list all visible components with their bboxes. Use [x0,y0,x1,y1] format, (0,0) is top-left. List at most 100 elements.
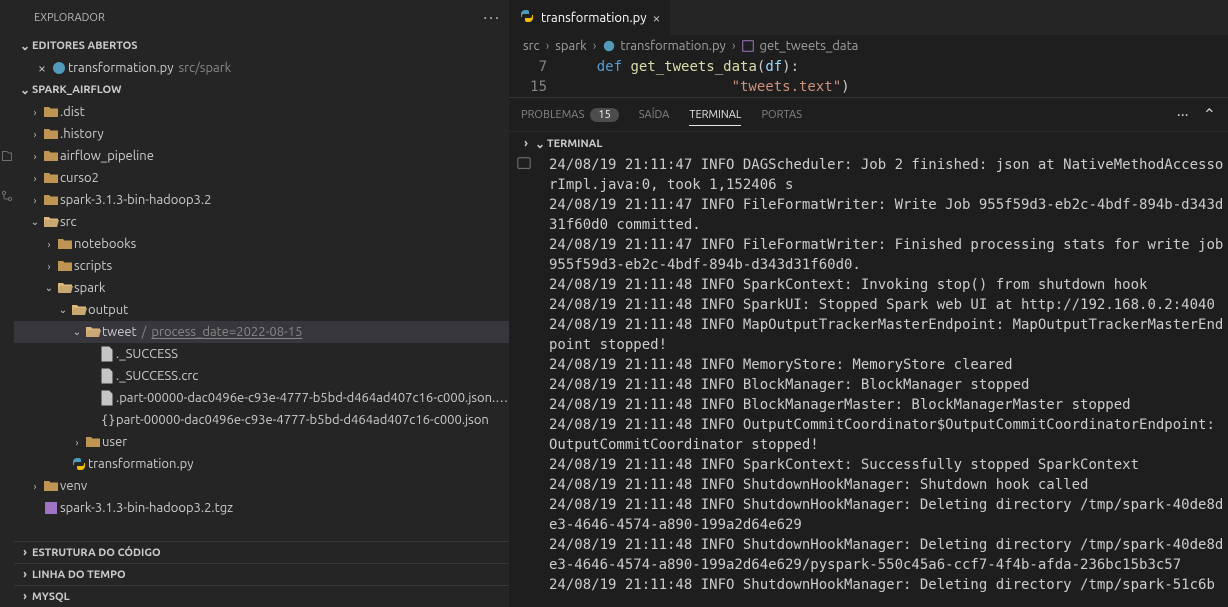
breadcrumb-file[interactable]: transformation.py [620,39,725,53]
tree-item-label: src [60,215,509,229]
tree-item[interactable]: ⌄ tweet / process_date=2022-08-15 [14,321,509,343]
tree-item-label: .history [60,127,509,141]
tree-item-label: scripts [74,259,509,273]
tree-item[interactable]: transformation.py [14,453,509,475]
py-icon [70,456,88,472]
folder-open-icon [56,280,74,296]
chevron-right-icon: › [42,261,56,272]
python-icon [602,39,616,53]
tree-item-label: user [102,435,509,449]
chevron-right-icon: › [28,481,42,492]
file-icon [98,368,116,384]
tree-item[interactable]: {}part-00000-dac0496e-c93e-4777-b5bd-d46… [14,409,509,431]
folder-icon [42,126,60,142]
brace-icon: {} [98,412,116,428]
chevron-right-icon: › [28,195,42,206]
panel: PROBLEMAS 15 SAÍDA TERMINAL PORTAS ··· ⌃… [509,97,1228,607]
tab-output[interactable]: SAÍDA [639,109,670,121]
breadcrumb-symbol[interactable]: get_tweets_data [759,39,858,53]
source-control-icon[interactable] [1,190,13,202]
tree-item[interactable]: ›curso2 [14,167,509,189]
line-number: 7 [509,57,563,77]
tree-item-label: venv [60,479,509,493]
tree-item[interactable]: ⌄output [14,299,509,321]
tree-item[interactable]: ›.dist [14,101,509,123]
tree-item-label: transformation.py [88,457,509,471]
chevron-down-icon: ⌄ [18,39,32,53]
tree-item[interactable]: › user [14,431,509,453]
tree-item[interactable]: › airflow_pipeline [14,145,509,167]
tab-terminal[interactable]: TERMINAL [689,109,741,126]
breadcrumb[interactable]: src › spark › transformation.py › get_tw… [509,35,1228,57]
chevron-down-icon: ⌄ [70,326,84,338]
chevron-right-icon: › [70,437,84,448]
code-editor[interactable]: 7 def get_tweets_data(df): 15 "tweets.te… [509,57,1228,97]
open-editor-item[interactable]: × transformation.py src/spark [14,57,509,79]
tree-item[interactable]: spark-3.1.3-bin-hadoop3.2.tgz [14,497,509,519]
tab-problems[interactable]: PROBLEMAS 15 [521,108,619,122]
explorer-panel: EXPLORADOR ··· ⌄ EDITORES ABERTOS × tran… [14,0,509,607]
zip-icon [42,500,60,516]
folder-icon [42,148,60,164]
close-icon[interactable]: × [34,60,50,76]
tree-item[interactable]: › .history [14,123,509,145]
panel-tabs: PROBLEMAS 15 SAÍDA TERMINAL PORTAS ··· ⌃ [509,98,1228,131]
explorer-title: EXPLORADOR [34,12,483,24]
tree-item-label: curso2 [60,171,509,185]
workspace-section[interactable]: ⌄ SPARK_AIRFLOW [14,79,509,101]
chevron-right-icon: › [591,39,599,53]
tab-label: transformation.py [541,11,646,25]
chevron-right-icon: › [18,568,32,581]
tree-item[interactable]: › notebooks [14,233,509,255]
tree-item-label: notebooks [74,237,509,251]
tree-item-label: airflow_pipeline [60,149,509,163]
tree-item[interactable]: ›spark-3.1.3-bin-hadoop3.2 [14,189,509,211]
folder-icon [84,434,102,450]
tree-item[interactable]: ⌄spark [14,277,509,299]
terminal-output[interactable]: 24/08/19 21:11:47 INFO DAGScheduler: Job… [543,155,1228,607]
problems-count-badge: 15 [590,108,618,122]
timeline-section[interactable]: › LINHA DO TEMPO [14,563,509,585]
tree-item-label: spark [74,281,509,295]
tree-item-label: spark-3.1.3-bin-hadoop3.2.tgz [60,501,509,515]
chevron-right-icon: › [42,239,56,250]
activity-bar [0,0,14,607]
svg-text:{}: {} [101,413,115,427]
breadcrumb-spark[interactable]: spark [555,39,586,53]
method-icon [741,39,755,53]
more-actions-icon[interactable]: ··· [483,9,501,27]
chevron-right-icon: › [18,590,32,603]
tab-ports[interactable]: PORTAS [761,109,802,121]
chevron-right-icon: › [28,129,42,140]
chevron-down-icon: ⌄ [18,83,32,97]
chevron-right-icon: › [28,151,42,162]
tree-item[interactable]: .part-00000-dac0496e-c93e-4777-b5bd-d464… [14,387,509,409]
chevron-down-icon: ⌄ [533,137,547,151]
open-editors-section[interactable]: ⌄ EDITORES ABERTOS [14,35,509,57]
chevron-right-icon: › [544,39,552,53]
more-actions-icon[interactable]: ··· [1177,106,1189,124]
editor-tabs: transformation.py × [509,0,1228,35]
tree-item[interactable]: › scripts [14,255,509,277]
folder-icon [42,104,60,120]
chevron-right-icon: › [730,39,738,53]
tree-item-label: ._SUCCESS.crc [116,369,509,383]
tree-item-label: tweet / process_date=2022-08-15 [102,325,509,339]
tree-item[interactable]: ._SUCCESS [14,343,509,365]
terminal-group-header[interactable]: › ⌄ TERMINAL [509,131,1228,155]
folder-icon [42,192,60,208]
terminal-group-label: TERMINAL [547,138,602,150]
workspace-label: SPARK_AIRFLOW [32,84,121,96]
chevron-up-icon[interactable]: ⌃ [1203,105,1216,124]
tree-item[interactable]: ⌄src [14,211,509,233]
mysql-section[interactable]: › MYSQL [14,585,509,607]
open-editor-file: transformation.py [68,61,173,75]
outline-section[interactable]: › ESTRUTURA DO CÓDIGO [14,541,509,563]
close-icon[interactable]: × [652,10,660,26]
tree-item[interactable]: › venv [14,475,509,497]
folder-icon [56,258,74,274]
breadcrumb-src[interactable]: src [523,39,540,53]
explorer-icon[interactable] [1,150,13,162]
tab-transformation[interactable]: transformation.py × [509,0,671,35]
tree-item[interactable]: ._SUCCESS.crc [14,365,509,387]
